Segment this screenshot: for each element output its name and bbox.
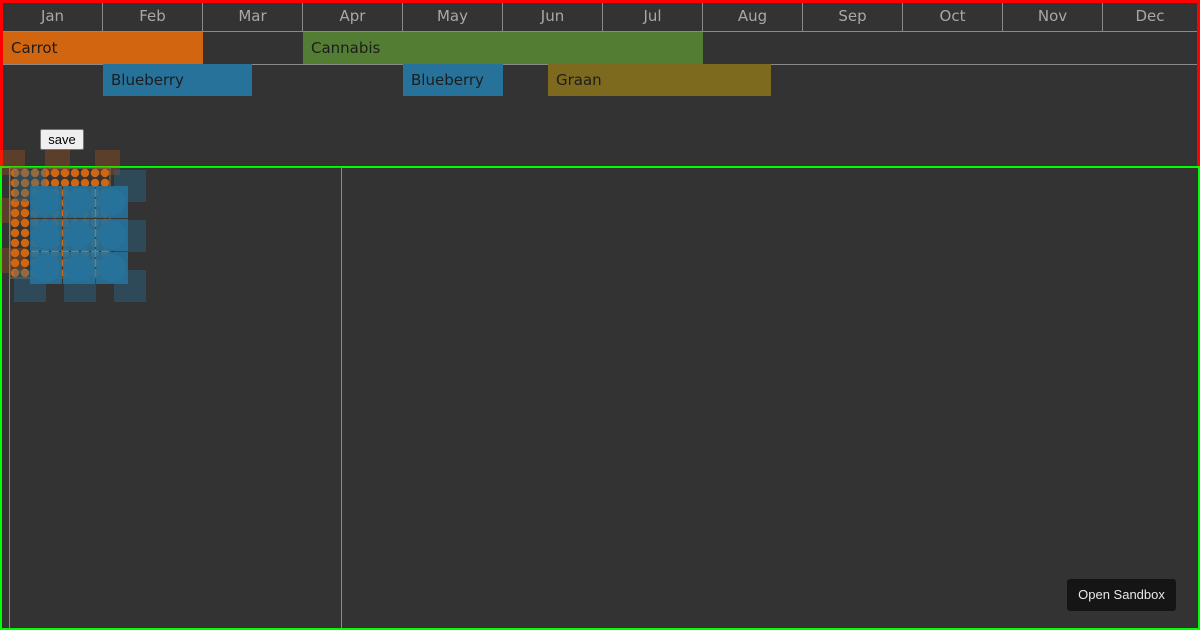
carrot-plant [70,178,80,188]
carrot-plant [10,238,20,248]
month-header: Jan Feb Mar Apr May Jun Jul Aug Sep Oct … [3,3,1197,32]
plant-cluster[interactable] [0,148,150,303]
blueberry-plant [65,221,93,249]
blueberry-plant [65,188,93,216]
carrot-plant [20,228,30,238]
blueberry-plant [98,254,126,282]
carrot-plant [10,218,20,228]
carrot-plant [20,248,30,258]
month-feb: Feb [103,3,203,32]
blueberry-plant [32,221,60,249]
blueberry-planting[interactable] [14,170,146,302]
open-sandbox-button[interactable]: Open Sandbox [1067,579,1176,611]
carrot-plant [20,258,30,268]
month-may: May [403,3,503,32]
month-jul: Jul [603,3,703,32]
month-oct: Oct [903,3,1003,32]
carrot-plant [100,168,110,178]
carrot-plant [100,178,110,188]
month-jan: Jan [3,3,103,32]
carrot-plant [90,178,100,188]
crop-bar-blueberry[interactable]: Blueberry [403,64,503,96]
carrot-plant [20,238,30,248]
month-apr: Apr [303,3,403,32]
crop-bar-blueberry[interactable]: Blueberry [103,64,252,96]
blueberry-plant [98,188,126,216]
carrot-plant [60,178,70,188]
crop-bar-carrot[interactable]: Carrot [3,32,203,64]
save-button[interactable]: save [40,129,84,150]
carrot-plant [10,228,20,238]
blueberry-plant [98,221,126,249]
carrot-plant [20,208,30,218]
carrot-plant [50,178,60,188]
carrot-plant [10,248,20,258]
carrot-plant [70,168,80,178]
month-nov: Nov [1003,3,1103,32]
carrot-plant [50,168,60,178]
blueberry-plant [32,254,60,282]
blueberry-plant [32,188,60,216]
month-sep: Sep [803,3,903,32]
garden-canvas[interactable] [0,166,1200,630]
carrot-plant [80,178,90,188]
bed-border [341,168,342,628]
carrot-plant [20,218,30,228]
carrot-plant [10,258,20,268]
month-jun: Jun [503,3,603,32]
carrot-plant [80,168,90,178]
crop-bar-cannabis[interactable]: Cannabis [303,32,703,64]
month-mar: Mar [203,3,303,32]
crop-timeline: Jan Feb Mar Apr May Jun Jul Aug Sep Oct … [0,0,1200,166]
carrot-plant [90,168,100,178]
month-aug: Aug [703,3,803,32]
blueberry-plant [65,254,93,282]
carrot-plant [10,208,20,218]
crop-bar-graan[interactable]: Graan [548,64,771,96]
carrot-plant [60,168,70,178]
month-dec: Dec [1135,7,1165,25]
